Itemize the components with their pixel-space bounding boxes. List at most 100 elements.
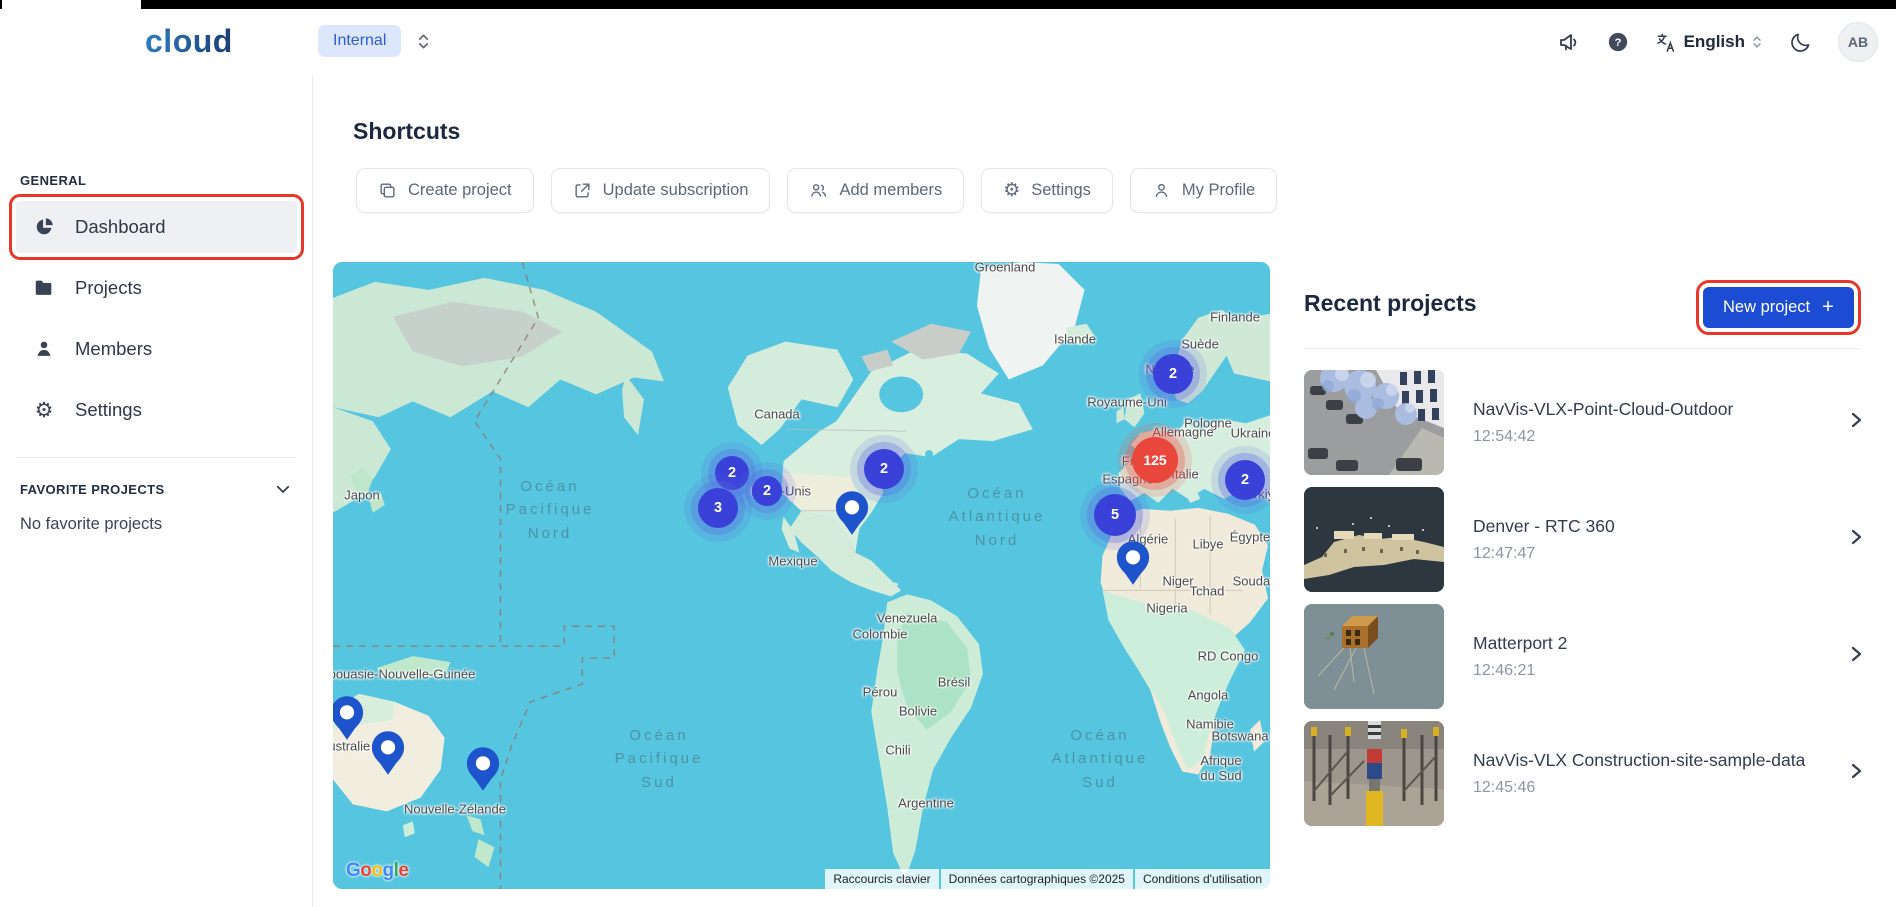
update-subscription-button[interactable]: Update subscription <box>551 168 771 213</box>
sidebar-item-settings[interactable]: ⚙ Settings <box>16 384 297 436</box>
map-cluster-3[interactable]: 3 <box>698 488 738 528</box>
recent-project-row-matterport-2[interactable]: Matterport 2 12:46:21 <box>1304 604 1876 709</box>
sidebar-item-label: Dashboard <box>75 216 166 238</box>
sidebar-item-members[interactable]: Members <box>16 323 297 375</box>
map-cluster-2[interactable]: 2 <box>715 456 749 490</box>
recent-project-row-navvis-vlx-construction-site-sample-data[interactable]: NavVis-VLX Construction-site-sample-data… <box>1304 721 1876 826</box>
sidebar-item-label: Settings <box>75 399 142 421</box>
recent-projects-title: Recent projects <box>1304 290 1477 317</box>
google-logo[interactable]: Google <box>346 860 408 882</box>
help-icon[interactable]: ? <box>1607 31 1629 53</box>
sidebar-item-label: Projects <box>75 277 142 299</box>
map-cluster-2[interactable]: 2 <box>1153 354 1193 394</box>
project-title: NavVis-VLX Construction-site-sample-data <box>1473 750 1846 771</box>
shortcut-label: Create project <box>408 181 512 200</box>
project-title: Denver - RTC 360 <box>1473 516 1846 537</box>
project-timestamp: 12:54:42 <box>1473 428 1846 446</box>
favorites-header[interactable]: FAVORITE PROJECTS <box>20 480 292 498</box>
create-project-button[interactable]: Create project <box>356 168 534 213</box>
translate-icon <box>1655 31 1678 54</box>
chevron-right-icon[interactable] <box>1846 527 1866 552</box>
workspace-chip-label: Internal <box>333 32 386 50</box>
people-icon <box>809 181 828 200</box>
cluster-count: 2 <box>1241 472 1249 488</box>
shortcut-label: Settings <box>1031 181 1091 200</box>
announcements-icon[interactable] <box>1557 30 1581 54</box>
recent-divider <box>1304 348 1860 349</box>
cluster-count: 5 <box>1111 507 1119 523</box>
cluster-count: 125 <box>1143 452 1166 468</box>
map-cluster-2[interactable]: 2 <box>864 449 904 489</box>
favorites-label: FAVORITE PROJECTS <box>20 482 165 497</box>
recent-project-row-denver-rtc-360[interactable]: Denver - RTC 360 12:47:47 <box>1304 487 1876 592</box>
copy-icon <box>378 181 397 200</box>
folder-icon <box>33 277 55 299</box>
map-pin-icon[interactable] <box>834 490 870 536</box>
map-pin-icon[interactable] <box>465 746 501 792</box>
project-timestamp: 12:46:21 <box>1473 662 1846 680</box>
map-cluster-2[interactable]: 2 <box>1225 460 1265 500</box>
add-members-button[interactable]: Add members <box>787 168 964 213</box>
workspace-switch-icon[interactable] <box>416 32 431 56</box>
sidebar-item-projects[interactable]: Projects <box>16 262 297 314</box>
project-thumbnail <box>1304 370 1444 475</box>
external-link-icon <box>573 181 592 200</box>
person-outline-icon <box>1152 181 1171 200</box>
map-attribution: Raccourcis clavierDonnées cartographique… <box>825 869 1270 889</box>
sidebar: GENERAL Dashboard Projects Members ⚙ Setting… <box>0 75 313 907</box>
new-project-label: New project <box>1723 298 1810 317</box>
project-timestamp: 12:45:46 <box>1473 779 1846 797</box>
cloud-logo: cloud <box>145 23 233 60</box>
map-cluster-125[interactable]: 125 <box>1132 437 1178 483</box>
cluster-count: 2 <box>763 483 771 499</box>
map-markers: 2 2 3 2 2 125 2 5 <box>333 262 1270 889</box>
attribution-donn-es-cartographiques-2025[interactable]: Données cartographiques ©2025 <box>941 869 1133 889</box>
cluster-count: 2 <box>728 465 736 481</box>
chevron-right-icon[interactable] <box>1846 761 1866 786</box>
shortcuts-title: Shortcuts <box>353 118 460 145</box>
attribution-raccourcis-clavier[interactable]: Raccourcis clavier <box>825 869 938 889</box>
my-profile-button[interactable]: My Profile <box>1130 168 1277 213</box>
app-window: cloud Internal ? English AB GENE <box>0 0 1896 907</box>
avatar[interactable]: AB <box>1838 22 1878 62</box>
favorites-empty-text: No favorite projects <box>20 515 162 534</box>
shortcut-label: My Profile <box>1182 181 1255 200</box>
project-thumbnail <box>1304 487 1444 592</box>
sidebar-items: Dashboard Projects Members ⚙ Settings <box>0 201 313 445</box>
pie-chart-icon <box>33 216 55 238</box>
map-pin-icon[interactable] <box>333 695 365 741</box>
shortcut-label: Add members <box>839 181 942 200</box>
gear-icon: ⚙ <box>33 399 55 421</box>
map-pin-icon[interactable] <box>370 730 406 776</box>
attribution-conditions-d-utilisation[interactable]: Conditions d'utilisation <box>1135 869 1270 889</box>
map[interactable]: OcéanPacifiqueNordOcéanAtlantiqueNordOcé… <box>333 262 1270 889</box>
top-black-strip <box>0 0 1896 9</box>
header-actions: ? English AB <box>1557 9 1878 75</box>
map-pin-icon[interactable] <box>1115 540 1151 586</box>
chevron-down-icon <box>274 480 292 498</box>
map-cluster-5[interactable]: 5 <box>1094 494 1136 536</box>
project-title: NavVis-VLX-Point-Cloud-Outdoor <box>1473 399 1846 420</box>
dark-mode-icon[interactable] <box>1789 31 1812 54</box>
chevron-right-icon[interactable] <box>1846 410 1866 435</box>
settings-button[interactable]: ⚙ Settings <box>981 168 1113 213</box>
person-icon <box>33 338 55 360</box>
project-title: Matterport 2 <box>1473 633 1846 654</box>
shortcut-label: Update subscription <box>603 181 749 200</box>
cluster-count: 3 <box>714 500 722 516</box>
sidebar-item-dashboard[interactable]: Dashboard <box>16 201 297 253</box>
workspace-chip[interactable]: Internal <box>318 25 401 57</box>
project-timestamp: 12:47:47 <box>1473 545 1846 563</box>
chevron-right-icon[interactable] <box>1846 644 1866 669</box>
new-project-button[interactable]: New project + <box>1703 287 1854 328</box>
plus-icon: + <box>1822 296 1834 319</box>
recent-project-row-navvis-vlx-point-cloud-outdoor[interactable]: NavVis-VLX-Point-Cloud-Outdoor 12:54:42 <box>1304 370 1876 475</box>
map-cluster-2[interactable]: 2 <box>752 476 782 506</box>
sidebar-divider <box>16 457 296 458</box>
sidebar-section-general: GENERAL <box>20 173 86 188</box>
cluster-count: 2 <box>880 461 888 477</box>
language-selector[interactable]: English <box>1655 31 1763 54</box>
gear-outline-icon: ⚙ <box>1003 181 1020 200</box>
shortcut-buttons: Create project Update subscription Add mem… <box>356 168 1277 213</box>
language-label: English <box>1684 32 1745 52</box>
